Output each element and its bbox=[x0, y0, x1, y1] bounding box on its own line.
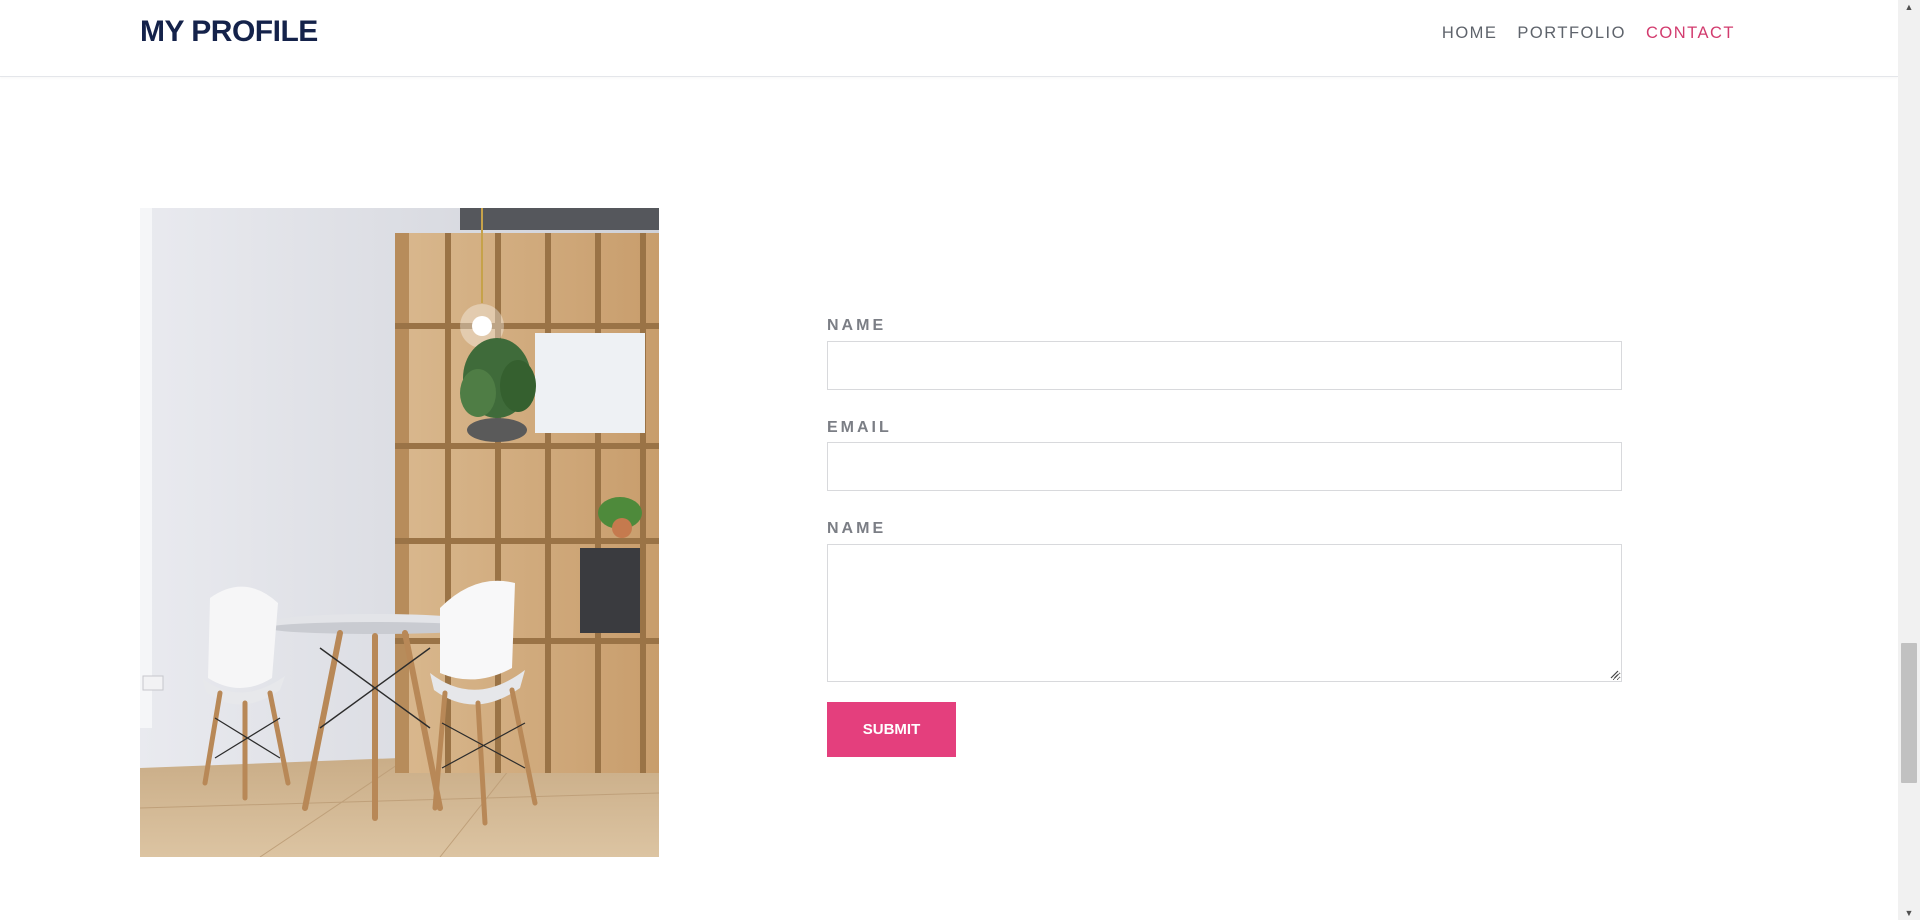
message-textarea[interactable] bbox=[827, 544, 1622, 682]
email-label: EMAIL bbox=[827, 419, 892, 436]
triangle-down-icon[interactable]: ▼ bbox=[1898, 906, 1920, 920]
resize-grip-icon[interactable] bbox=[1609, 669, 1619, 679]
scrollbar-thumb[interactable] bbox=[1901, 643, 1917, 783]
name-label: NAME bbox=[827, 317, 887, 334]
email-input[interactable] bbox=[827, 442, 1622, 491]
contact-form: NAME EMAIL NAME SUBMIT bbox=[827, 0, 1623, 920]
office-photo bbox=[140, 208, 659, 857]
name-input[interactable] bbox=[827, 341, 1622, 390]
submit-button[interactable]: SUBMIT bbox=[827, 702, 956, 757]
office-photo-illustration bbox=[140, 208, 659, 857]
site-brand[interactable]: MY PROFILE bbox=[140, 15, 318, 49]
nav-contact[interactable]: CONTACT bbox=[1646, 24, 1735, 43]
page-scrollbar[interactable]: ▲ ▼ bbox=[1898, 0, 1920, 920]
message-field-wrapper bbox=[827, 544, 1622, 682]
triangle-up-icon[interactable]: ▲ bbox=[1898, 0, 1920, 14]
message-label: NAME bbox=[827, 520, 887, 537]
